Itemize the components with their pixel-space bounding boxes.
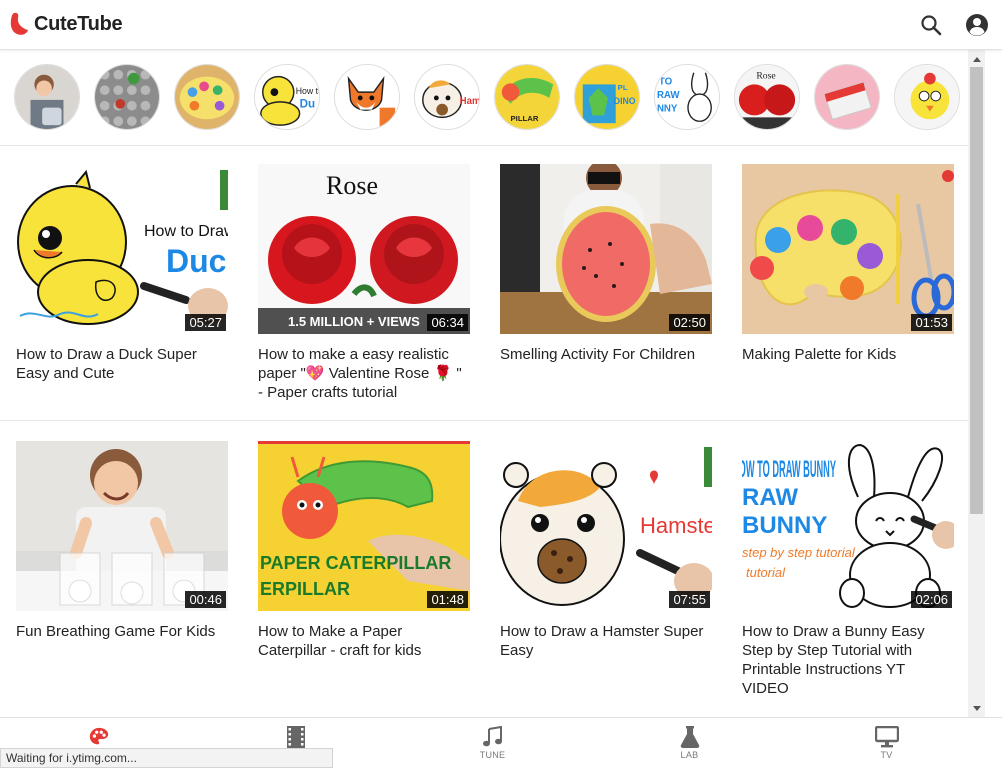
channel-avatar[interactable]: [334, 64, 400, 130]
video-title: Smelling Activity For Children: [500, 346, 696, 363]
palette-icon: [89, 727, 108, 745]
video-title: How to Draw a Hamster Super Easy: [500, 623, 704, 659]
video-thumbnail: 00:46: [16, 441, 228, 611]
svg-text:PL: PL: [618, 83, 628, 92]
app-name: CuteTube: [34, 12, 123, 35]
channel-avatar[interactable]: Ham: [414, 64, 480, 130]
svg-text:Du: Du: [300, 98, 316, 111]
channel-avatar[interactable]: [174, 64, 240, 130]
arrow-up-icon: [972, 56, 981, 62]
thumb-text: How to Draw a Duck: [144, 223, 228, 240]
svg-text:ERPILLAR: ERPILLAR: [260, 579, 350, 599]
svg-text:NNY: NNY: [657, 104, 678, 115]
svg-text:tutorial: tutorial: [746, 565, 786, 580]
video-title: How to Draw a Duck Super Easy and Cute: [16, 346, 197, 382]
scroll-thumb[interactable]: [970, 67, 983, 514]
channel-avatar[interactable]: PL DINO: [574, 64, 640, 130]
video-title: Fun Breathing Game For Kids: [16, 623, 216, 640]
thumb-text: PAPER CATERPILLAR: [260, 553, 451, 573]
svg-text:PILLAR: PILLAR: [511, 114, 539, 123]
music-note-icon: [482, 726, 502, 747]
video-title: How to Make a Paper Caterpillar - craft …: [258, 623, 422, 659]
video-title: How to make a easy realistic paper "💖 Va…: [258, 346, 462, 401]
svg-text:How to: How to: [296, 86, 319, 96]
video-duration: 00:46: [185, 591, 226, 608]
video-thumbnail: Hamster 07:55: [500, 441, 712, 611]
window-margin: [985, 50, 1002, 717]
channel-avatar[interactable]: [894, 64, 960, 130]
video-thumbnail: How to Draw a Duck Duc 05:27: [16, 164, 228, 334]
scroll-down-button[interactable]: [968, 700, 985, 717]
video-thumbnail: PAPER CATERPILLAR ERPILLAR 01:48: [258, 441, 470, 611]
search-button[interactable]: [918, 12, 944, 38]
main-content: How to Du Ham PILLAR PL DINO TO RAW NNY Rose: [0, 50, 968, 717]
thumb-sub: step by step tutorial: [742, 545, 856, 560]
app-header: CuteTube: [0, 0, 1002, 50]
svg-text:Rose: Rose: [756, 71, 775, 82]
svg-text:Duc: Duc: [166, 243, 226, 279]
video-duration: 02:50: [669, 314, 710, 331]
nav-label: LAB: [680, 750, 699, 760]
video-title: How to Draw a Bunny Easy Step by Step Tu…: [742, 623, 925, 697]
nav-label: TUNE: [479, 750, 506, 760]
scroll-up-button[interactable]: [968, 50, 985, 67]
tv-icon: [874, 726, 899, 748]
nav-item-lab[interactable]: LAB: [591, 718, 788, 769]
thumb-text: Hamster: [640, 513, 712, 538]
thumb-text: HOW TO DRAW BUNNY: [742, 456, 836, 483]
nav-item-tune[interactable]: TUNE: [394, 718, 591, 769]
channel-avatar[interactable]: Rose: [734, 64, 800, 130]
video-thumbnail: 02:50: [500, 164, 712, 334]
nav-label: TV: [880, 750, 893, 760]
video-row: 00:46 Fun Breathing Game For Kids PAPER …: [0, 422, 968, 717]
video-duration: 01:53: [911, 314, 952, 331]
thumb-text: Rose: [326, 171, 378, 200]
svg-text:DINO: DINO: [614, 96, 636, 106]
video-duration: 02:06: [911, 591, 952, 608]
svg-text:Ham: Ham: [460, 96, 479, 107]
film-icon: [286, 726, 305, 748]
video-thumbnail: 01:53: [742, 164, 954, 334]
vertical-scrollbar[interactable]: [968, 50, 985, 717]
channel-avatar[interactable]: PILLAR: [494, 64, 560, 130]
video-duration: 06:34: [427, 314, 468, 331]
video-thumbnail: Rose 1.5 MILLION + VIEWS 06:34: [258, 164, 470, 334]
video-duration: 05:27: [185, 314, 226, 331]
video-title: Making Palette for Kids: [742, 346, 897, 363]
video-thumbnail: HOW TO DRAW BUNNY RAW BUNNY step by step…: [742, 441, 954, 611]
thumb-caption: 1.5 MILLION + VIEWS: [288, 314, 420, 329]
svg-text:TO: TO: [659, 76, 673, 87]
channel-avatar[interactable]: TO RAW NNY: [654, 64, 720, 130]
logo-mark-icon: [10, 12, 28, 35]
channel-avatar[interactable]: [94, 64, 160, 130]
channel-avatar[interactable]: [14, 64, 80, 130]
svg-text:RAW: RAW: [657, 90, 680, 101]
search-icon: [921, 15, 942, 36]
video-row: How to Draw a Duck Duc 05:27 How to Draw…: [0, 146, 968, 421]
svg-text:RAW: RAW: [742, 484, 798, 511]
account-circle-icon: [966, 14, 988, 36]
channel-strip: How to Du Ham PILLAR PL DINO TO RAW NNY Rose: [0, 50, 968, 146]
account-button[interactable]: [964, 12, 990, 38]
video-duration: 07:55: [669, 591, 710, 608]
flask-icon: [680, 726, 699, 748]
svg-text:BUNNY: BUNNY: [742, 512, 827, 539]
browser-status-bar: Waiting for i.ytimg.com...: [0, 748, 333, 768]
app-logo[interactable]: CuteTube: [10, 12, 123, 36]
channel-avatar[interactable]: How to Du: [254, 64, 320, 130]
video-duration: 01:48: [427, 591, 468, 608]
arrow-down-icon: [972, 705, 981, 711]
channel-avatar[interactable]: [814, 64, 880, 130]
nav-item-tv[interactable]: TV: [788, 718, 985, 769]
